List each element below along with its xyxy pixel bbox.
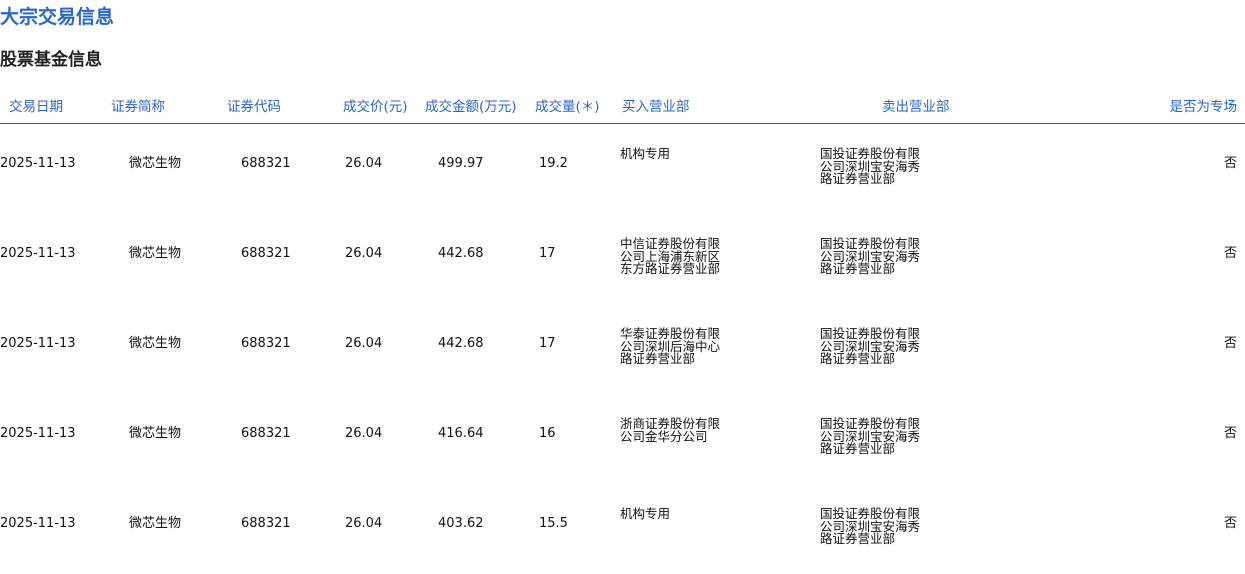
cell-volume: 19.2 (539, 156, 568, 171)
column-header-amount[interactable]: 成交金额(万元) (425, 98, 517, 116)
block-trade-table: 交易日期 证券简称 证券代码 成交价(元) 成交金额(万元) 成交量(＊) 买入… (0, 94, 1245, 545)
cell-buy-branch: 华泰证券股份有限公司深圳后海中心路证券营业部 (620, 326, 721, 366)
cell-special: 否 (1223, 516, 1237, 531)
column-header-price[interactable]: 成交价(元) (343, 98, 408, 116)
cell-volume: 17 (539, 246, 556, 261)
cell-amount: 416.64 (438, 426, 484, 441)
cell-price: 26.04 (345, 516, 383, 531)
cell-date: 2025-11-13 (0, 156, 76, 171)
cell-code[interactable]: 688321 (241, 157, 291, 170)
cell-code[interactable]: 688321 (241, 247, 291, 260)
cell-code[interactable]: 688321 (241, 517, 291, 530)
cell-price: 26.04 (345, 156, 383, 171)
cell-special: 否 (1223, 426, 1237, 441)
table-row: 2025-11-13 微芯生物 688321 26.04 442.68 17 中… (0, 214, 1245, 304)
cell-name[interactable]: 微芯生物 (129, 517, 181, 530)
cell-sell-branch: 国投证券股份有限公司深圳宝安海秀路证券营业部 (820, 326, 921, 366)
cell-special: 否 (1223, 336, 1237, 351)
table-row: 2025-11-13 微芯生物 688321 26.04 442.68 17 华… (0, 304, 1245, 394)
table-header: 交易日期 证券简称 证券代码 成交价(元) 成交金额(万元) 成交量(＊) 买入… (0, 94, 1245, 124)
column-header-sell[interactable]: 卖出营业部 (882, 98, 950, 116)
cell-price: 26.04 (345, 336, 383, 351)
cell-price: 26.04 (345, 246, 383, 261)
table-row: 2025-11-13 微芯生物 688321 26.04 416.64 16 浙… (0, 394, 1245, 484)
cell-date: 2025-11-13 (0, 426, 76, 441)
cell-volume: 16 (539, 426, 556, 441)
cell-special: 否 (1223, 246, 1237, 261)
cell-amount: 442.68 (438, 246, 484, 261)
cell-date: 2025-11-13 (0, 246, 76, 261)
page: 大宗交易信息 股票基金信息 交易日期 证券简称 证券代码 成交价(元) 成交金额… (0, 0, 1245, 574)
cell-code[interactable]: 688321 (241, 427, 291, 440)
cell-buy-branch: 中信证券股份有限公司上海浦东新区东方路证券营业部 (620, 236, 721, 276)
cell-name[interactable]: 微芯生物 (129, 247, 181, 260)
column-header-buy[interactable]: 买入营业部 (622, 98, 690, 116)
cell-buy-branch: 浙商证券股份有限公司金华分公司 (620, 416, 721, 444)
page-title: 大宗交易信息 (0, 6, 115, 28)
column-header-name[interactable]: 证券简称 (111, 98, 165, 116)
cell-date: 2025-11-13 (0, 336, 76, 351)
cell-sell-branch: 国投证券股份有限公司深圳宝安海秀路证券营业部 (820, 236, 921, 276)
column-header-date[interactable]: 交易日期 (9, 98, 63, 116)
cell-name[interactable]: 微芯生物 (129, 427, 181, 440)
cell-amount: 499.97 (438, 156, 484, 171)
table-row: 2025-11-13 微芯生物 688321 26.04 403.62 15.5… (0, 484, 1245, 574)
cell-sell-branch: 国投证券股份有限公司深圳宝安海秀路证券营业部 (820, 506, 921, 546)
cell-buy-branch: 机构专用 (620, 506, 671, 521)
cell-buy-branch: 机构专用 (620, 146, 671, 161)
column-header-code[interactable]: 证券代码 (227, 98, 281, 116)
column-header-volume[interactable]: 成交量(＊) (535, 98, 600, 116)
cell-date: 2025-11-13 (0, 516, 76, 531)
column-header-special[interactable]: 是否为专场 (1170, 98, 1238, 116)
cell-special: 否 (1223, 156, 1237, 171)
section-title: 股票基金信息 (0, 50, 102, 70)
cell-amount: 442.68 (438, 336, 484, 351)
table-row: 2025-11-13 微芯生物 688321 26.04 499.97 19.2… (0, 124, 1245, 214)
cell-volume: 17 (539, 336, 556, 351)
cell-volume: 15.5 (539, 516, 568, 531)
cell-name[interactable]: 微芯生物 (129, 337, 181, 350)
cell-name[interactable]: 微芯生物 (129, 157, 181, 170)
cell-sell-branch: 国投证券股份有限公司深圳宝安海秀路证券营业部 (820, 416, 921, 456)
cell-price: 26.04 (345, 426, 383, 441)
cell-amount: 403.62 (438, 516, 484, 531)
cell-code[interactable]: 688321 (241, 337, 291, 350)
cell-sell-branch: 国投证券股份有限公司深圳宝安海秀路证券营业部 (820, 146, 921, 186)
